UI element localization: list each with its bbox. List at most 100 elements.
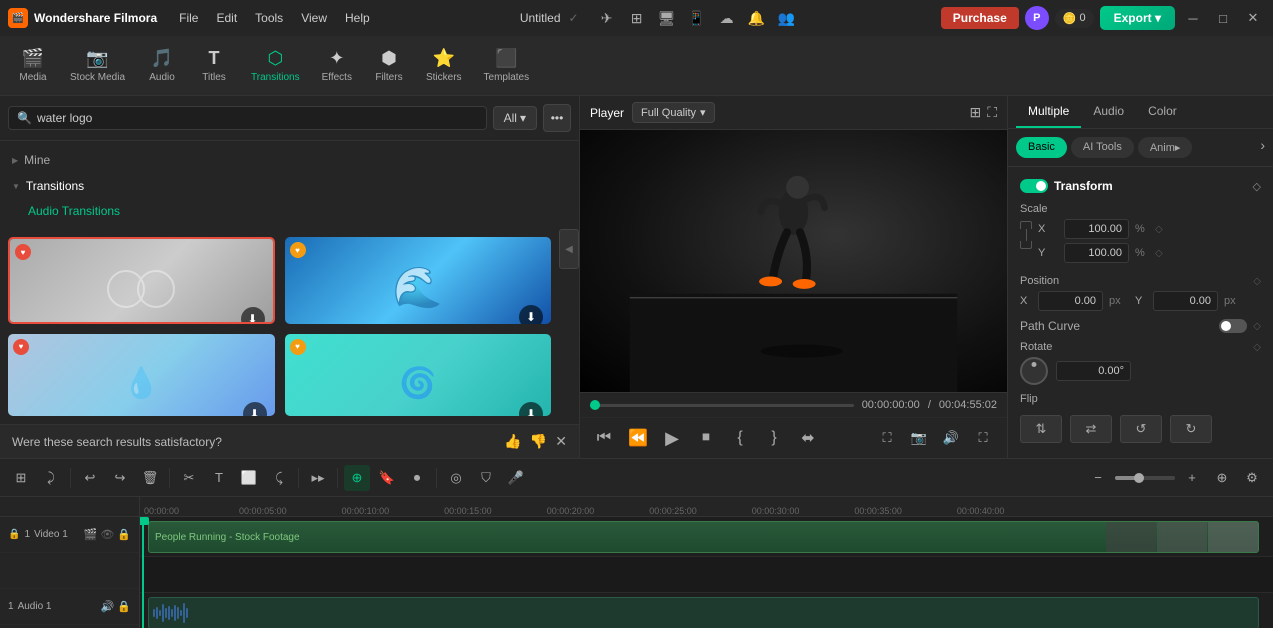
- cloud-icon[interactable]: ☁: [715, 6, 739, 30]
- maximize-button[interactable]: □: [1211, 6, 1235, 30]
- picture-in-picture-button[interactable]: ⛶: [873, 424, 901, 452]
- rotate-left-button[interactable]: ↺: [1120, 415, 1162, 443]
- tab-color[interactable]: Color: [1136, 96, 1189, 128]
- phone-icon[interactable]: 📱: [685, 6, 709, 30]
- tool-stock-media[interactable]: 📷 Stock Media: [60, 42, 135, 89]
- tool-stickers[interactable]: ⭐ Stickers: [416, 42, 472, 89]
- path-curve-keyframe-icon[interactable]: ◇: [1253, 321, 1261, 332]
- rotate-input[interactable]: [1056, 361, 1131, 381]
- close-button[interactable]: ✕: [1241, 6, 1265, 30]
- settings-btn[interactable]: ⚙: [1239, 465, 1265, 491]
- mark-in-button[interactable]: {: [726, 424, 754, 452]
- subtab-basic[interactable]: Basic: [1016, 137, 1067, 158]
- stop-button[interactable]: ⏹: [692, 424, 720, 452]
- video-track-clip[interactable]: People Running - Stock Footage: [148, 521, 1259, 553]
- video-lock-btn[interactable]: 🔒: [117, 528, 131, 541]
- minimize-button[interactable]: ─: [1181, 6, 1205, 30]
- nav-transitions[interactable]: ▼ Transitions: [0, 173, 579, 199]
- scale-x-input[interactable]: [1064, 219, 1129, 239]
- menu-help[interactable]: Help: [337, 7, 378, 29]
- send-icon[interactable]: ✈: [595, 6, 619, 30]
- pos-y-input[interactable]: [1153, 291, 1218, 311]
- subtab-anim[interactable]: Anim▸: [1138, 137, 1193, 158]
- snap-button[interactable]: ⊕: [344, 465, 370, 491]
- bell-icon[interactable]: 🔔: [745, 6, 769, 30]
- tab-multiple[interactable]: Multiple: [1016, 96, 1081, 128]
- people-icon[interactable]: 👥: [775, 6, 799, 30]
- split-audio-btn[interactable]: ◎: [443, 465, 469, 491]
- menu-file[interactable]: File: [171, 7, 206, 29]
- tool-filters[interactable]: ⬢ Filters: [364, 42, 414, 89]
- pos-x-input[interactable]: [1038, 291, 1103, 311]
- menu-edit[interactable]: Edit: [208, 7, 245, 29]
- feedback-close-icon[interactable]: ✕: [555, 433, 567, 450]
- download-icon-3[interactable]: ⬇: [243, 402, 267, 417]
- skip-back-button[interactable]: ⏮: [590, 424, 618, 452]
- audio-lock-btn[interactable]: 🔒: [117, 600, 131, 613]
- download-icon-2[interactable]: ⬇: [519, 305, 543, 324]
- tool-effects[interactable]: ✦ Effects: [312, 42, 362, 89]
- track-height-btn[interactable]: ⊕: [1209, 465, 1235, 491]
- snapshot-button[interactable]: 📷: [905, 424, 933, 452]
- tab-player[interactable]: Player: [590, 106, 624, 120]
- rotate-dial[interactable]: [1020, 357, 1048, 385]
- delete-button[interactable]: 🗑: [137, 465, 163, 491]
- card-fantastic-water-1[interactable]: ♥ ⬇ 🌊 Fantastic Water Eleme...: [285, 237, 552, 324]
- download-icon-4[interactable]: ⬇: [519, 402, 543, 417]
- profile-avatar[interactable]: P: [1025, 6, 1049, 30]
- cut-button[interactable]: ✂: [176, 465, 202, 491]
- card-fantastic-water-2[interactable]: ♥ ⬇ 🌀 Fantastic Water Eleme...: [285, 334, 552, 417]
- tool-templates[interactable]: ⬛ Templates: [474, 42, 540, 89]
- menu-view[interactable]: View: [293, 7, 335, 29]
- record-btn[interactable]: ⏺: [404, 465, 430, 491]
- subtab-ai-tools[interactable]: AI Tools: [1071, 137, 1134, 158]
- play-button[interactable]: ▶: [658, 424, 686, 452]
- card-liquid-vfx-04[interactable]: ♥ ⬇ 💧 Liquid VFX Transition 04: [8, 334, 275, 417]
- audio-mute-btn[interactable]: 🔊: [101, 600, 115, 613]
- download-icon-1[interactable]: ⬇: [241, 307, 265, 324]
- add-marker-btn[interactable]: 🔖: [374, 465, 400, 491]
- flip-vertical-button[interactable]: ⇅: [1020, 415, 1062, 443]
- resize-button[interactable]: ⛶: [969, 424, 997, 452]
- redo-button[interactable]: ↪: [107, 465, 133, 491]
- more-options-button[interactable]: •••: [543, 104, 571, 132]
- zoom-in-btn[interactable]: +: [1179, 465, 1205, 491]
- purchase-button[interactable]: Purchase: [941, 7, 1019, 29]
- text-button[interactable]: T: [206, 465, 232, 491]
- shield-btn[interactable]: ⛉: [473, 465, 499, 491]
- audio-button[interactable]: 🔊: [937, 424, 965, 452]
- rotate-keyframe-icon[interactable]: ◇: [1253, 342, 1261, 353]
- video-track-icon1[interactable]: 🎬: [84, 528, 98, 541]
- transform-toggle[interactable]: [1020, 179, 1048, 193]
- tool-audio[interactable]: 🎵 Audio: [137, 42, 187, 89]
- crop-button[interactable]: ⬜: [236, 465, 262, 491]
- undo-button[interactable]: ↩: [77, 465, 103, 491]
- menu-tools[interactable]: Tools: [247, 7, 291, 29]
- filter-dropdown[interactable]: All ▾: [493, 106, 537, 130]
- scale-x-keyframe-icon[interactable]: ◇: [1155, 224, 1163, 235]
- thumbdown-icon[interactable]: 👎: [530, 433, 547, 450]
- video-eye-icon[interactable]: 👁: [100, 528, 114, 541]
- scale-y-input[interactable]: [1064, 243, 1129, 263]
- more-tools-btn[interactable]: ▸▸: [305, 465, 331, 491]
- add-marker-button[interactable]: ⬌: [794, 424, 822, 452]
- tab-audio[interactable]: Audio: [1081, 96, 1136, 128]
- step-back-button[interactable]: ⏪: [624, 424, 652, 452]
- progress-bar[interactable]: [590, 404, 854, 407]
- speed-button[interactable]: ⤹: [266, 465, 292, 491]
- fullscreen-icon[interactable]: ⛶: [987, 104, 997, 121]
- card-liquid-vfx-09[interactable]: ♥ ⬇ Liquid VFX Transition 09: [8, 237, 275, 324]
- position-keyframe-icon[interactable]: ◇: [1253, 276, 1261, 287]
- more-tabs-icon[interactable]: ›: [1260, 137, 1265, 158]
- monitor-icon[interactable]: 🖥: [655, 6, 679, 30]
- search-input[interactable]: [37, 111, 478, 125]
- export-button[interactable]: Export ▾: [1100, 6, 1175, 30]
- thumbup-icon[interactable]: 👍: [504, 433, 521, 450]
- tool-transitions[interactable]: ⬡ Transitions: [241, 42, 310, 89]
- points-display[interactable]: 🪙 0: [1055, 9, 1094, 28]
- nav-mine[interactable]: ▶ Mine: [0, 147, 579, 173]
- mic-btn[interactable]: 🎤: [503, 465, 529, 491]
- tool-titles[interactable]: T Titles: [189, 42, 239, 89]
- grid-view-icon[interactable]: ⊞: [969, 104, 981, 121]
- flip-horizontal-button[interactable]: ⇄: [1070, 415, 1112, 443]
